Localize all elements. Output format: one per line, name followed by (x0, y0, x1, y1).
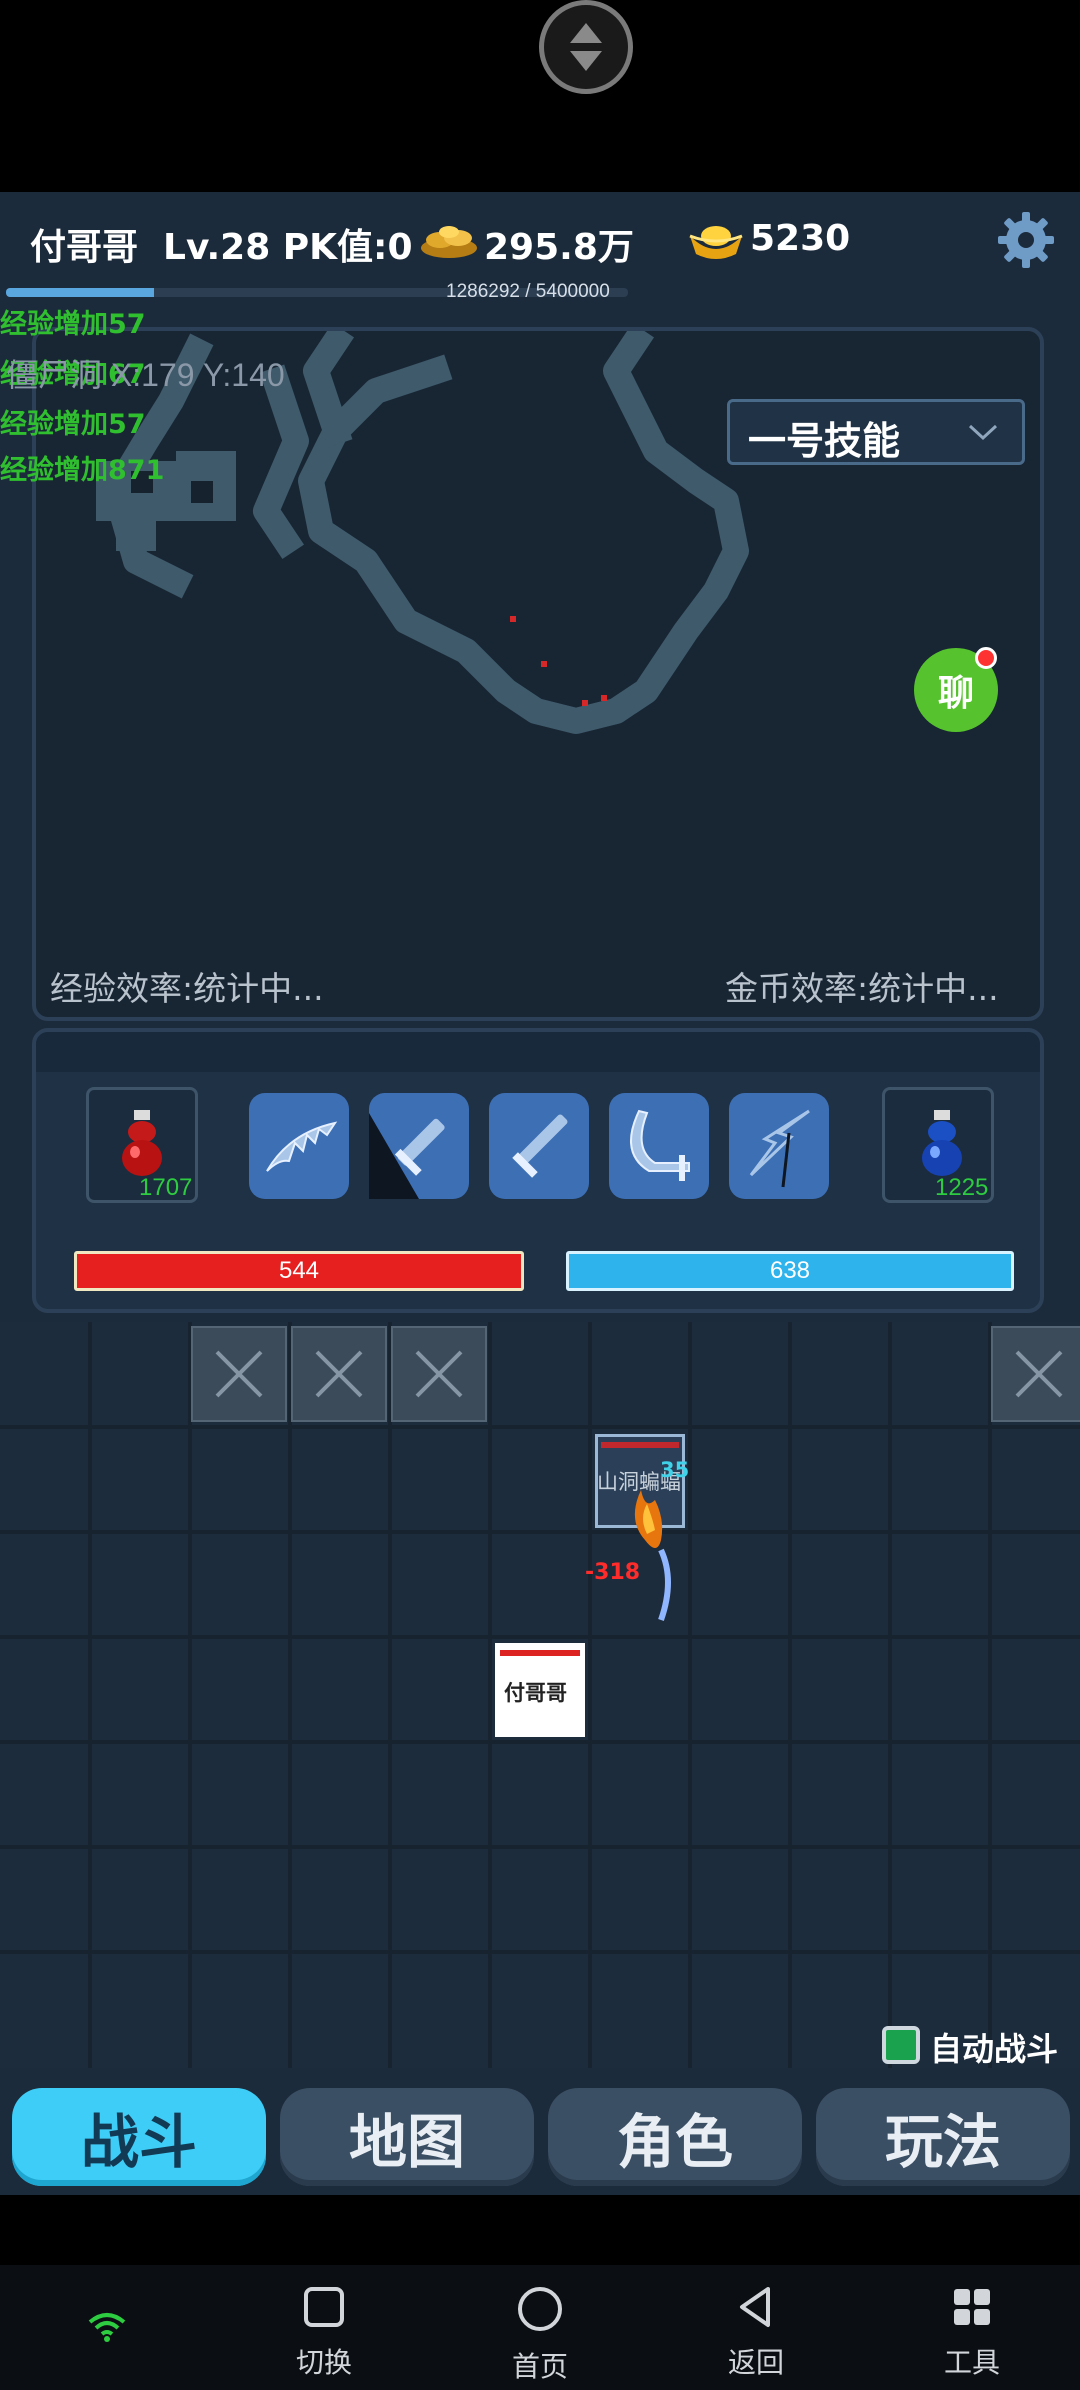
hp-potion-count: 1707 (139, 1174, 193, 1201)
hp-bar: 544 (74, 1251, 524, 1291)
mp-potion-slot[interactable]: 1225 (882, 1087, 994, 1203)
close-icon (1015, 1350, 1063, 1398)
hp-value: 544 (278, 1257, 320, 1284)
skill-preset-dropdown[interactable]: 一号技能 (727, 399, 1025, 465)
damage-number: -318 (585, 1560, 641, 1585)
player-tile-name: 付哥哥 (504, 1681, 567, 1705)
close-icon (415, 1350, 463, 1398)
gold-ingot-icon (689, 226, 743, 259)
auto-battle-label: 自动战斗 (930, 2030, 1059, 2068)
back-triangle-icon (740, 2287, 770, 2327)
nav-back[interactable]: 返回 (696, 2285, 816, 2381)
nav-tools[interactable]: 工具 (912, 2285, 1032, 2381)
exp-progress-fill (6, 288, 155, 297)
sword-icon (512, 1114, 568, 1178)
tab-battle[interactable]: 战斗 (12, 2088, 266, 2186)
exp-log-line: 经验增加57 (0, 409, 146, 440)
exp-progress-text: 1286292 / 5400000 (446, 281, 610, 302)
claw-slash-icon (266, 1121, 338, 1172)
exp-log-line: 经验增加871 (0, 455, 165, 486)
mp-value: 638 (769, 1257, 811, 1284)
grid-tools-icon (954, 2289, 990, 2325)
skill-button-1[interactable] (249, 1093, 349, 1199)
notification-dot (975, 647, 997, 669)
nav-back-label: 返回 (727, 2346, 784, 2379)
nav-home[interactable]: 首页 (480, 2285, 600, 2385)
nav-tools-label: 工具 (943, 2346, 1000, 2379)
skill-button-3[interactable] (489, 1093, 589, 1199)
blue-potion-icon (922, 1110, 962, 1176)
red-potion-icon (122, 1110, 162, 1176)
blocked-tile (291, 1326, 387, 1422)
skill-button-2[interactable] (369, 1093, 469, 1199)
gold-efficiency: 金币效率:统计中... (725, 969, 999, 1008)
square-icon (304, 2287, 344, 2327)
sword-slash-icon (369, 1113, 445, 1199)
exp-efficiency: 经验效率:统计中... (50, 969, 324, 1008)
ingot-value: 5230 (750, 218, 851, 259)
skill-button-5[interactable] (729, 1093, 829, 1199)
location-coordinates: 僵尸洞 X:179 Y:140 (6, 357, 285, 393)
skill-panel-header (36, 1032, 1040, 1072)
exp-log-line: 经验增加57 (0, 309, 146, 340)
blocked-tile (191, 1326, 287, 1422)
auto-battle-checkbox[interactable] (882, 2026, 920, 2064)
blocked-tile (391, 1326, 487, 1422)
skill-preset-label: 一号技能 (748, 419, 901, 463)
tab-gameplay[interactable]: 玩法 (816, 2088, 1070, 2186)
skill-button-4[interactable] (609, 1093, 709, 1199)
player-level-pk: Lv.28 PK值:0 (163, 227, 413, 268)
nav-switch-label: 切换 (295, 2346, 352, 2379)
player-name: 付哥哥 (30, 227, 139, 268)
close-icon (315, 1350, 363, 1398)
mp-bar: 638 (566, 1251, 1014, 1291)
tab-character[interactable]: 角色 (548, 2088, 802, 2186)
gear-icon[interactable] (996, 210, 1056, 270)
up-down-arrow-icon (570, 23, 602, 71)
crescent-sword-icon (630, 1109, 690, 1181)
fire-slash-effect (634, 1490, 671, 1621)
gold-coins-icon (421, 226, 477, 258)
close-icon (215, 1350, 263, 1398)
circle-home-icon (518, 2287, 562, 2331)
nav-home-label: 首页 (511, 2350, 568, 2383)
monster-hp-bar (601, 1442, 679, 1448)
lightning-icon (749, 1109, 810, 1188)
gold-value: 295.8万 (484, 227, 634, 268)
floating-toggle-button[interactable] (539, 0, 633, 94)
black-spacer (0, 2195, 1080, 2265)
blocked-tile (991, 1326, 1080, 1422)
status-area (0, 0, 1080, 192)
mp-potion-count: 1225 (935, 1174, 989, 1201)
nav-switch[interactable]: 切换 (264, 2285, 384, 2381)
wifi-icon (88, 2313, 126, 2342)
hp-potion-slot[interactable]: 1707 (86, 1087, 198, 1203)
player-tile-hp-bar (500, 1650, 580, 1656)
tab-map[interactable]: 地图 (280, 2088, 534, 2186)
chevron-down-icon (968, 424, 998, 441)
